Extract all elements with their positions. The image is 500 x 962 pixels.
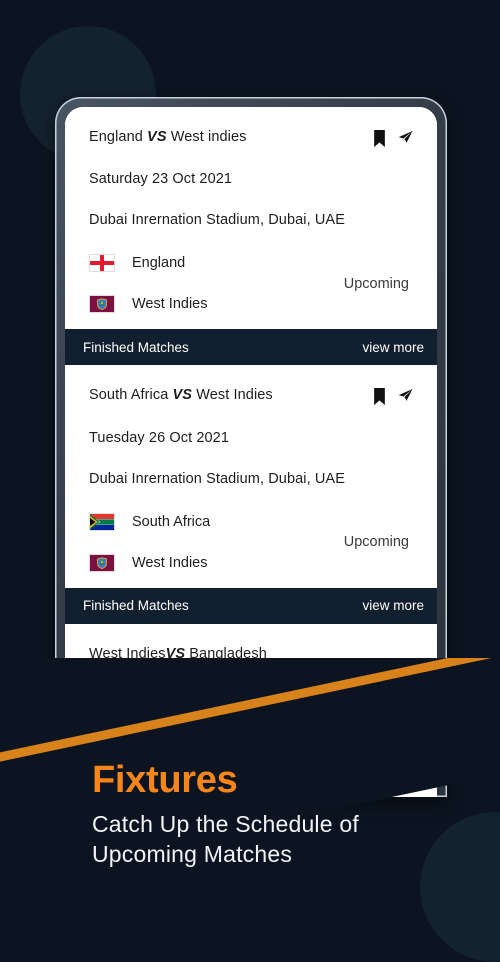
team-row: England xyxy=(89,254,208,273)
teams-list: England West Indies xyxy=(89,254,208,314)
match-header: England VS West indies xyxy=(89,129,413,148)
finished-matches-label: Finished Matches xyxy=(83,598,189,614)
send-icon[interactable] xyxy=(398,388,413,404)
match-title-team-a: West Indies xyxy=(89,645,166,662)
background-circle-bottom-right xyxy=(420,812,500,962)
match-header: South Africa VS West Indies xyxy=(89,387,413,406)
team-row: West Indies xyxy=(89,553,210,572)
south-africa-flag xyxy=(89,512,115,531)
match-status: Upcoming xyxy=(343,275,409,292)
match-title-vs: VS xyxy=(165,645,186,662)
match-title-team-b: West indies xyxy=(166,129,247,145)
phone-mockup: England VS West indies Saturday 23 Oct 2… xyxy=(55,97,447,797)
team-name: England xyxy=(132,255,186,272)
match-title-vs: VS xyxy=(172,387,193,404)
view-more-link[interactable]: view more xyxy=(362,340,424,355)
match-title-team-a: England xyxy=(89,129,148,145)
west-indies-flag xyxy=(89,295,115,314)
match-venue: Dubai Inrernation Stadium, Dubai, UAE xyxy=(89,470,345,487)
match-date: Tuesday 26 Oct 2021 xyxy=(89,429,230,446)
finished-matches-bar[interactable]: Finished Matches view more xyxy=(65,587,437,624)
match-title-vs: VS xyxy=(147,129,167,145)
promo-title: Fixtures xyxy=(92,758,238,801)
promo-subtitle-line-2: Upcoming Matches xyxy=(92,841,293,868)
team-row: West Indies xyxy=(89,295,208,314)
team-row: South Africa xyxy=(89,512,211,531)
view-more-link[interactable]: view more xyxy=(362,598,424,613)
match-title-team-b: Bangladesh xyxy=(185,645,267,662)
promo-subtitle-line-1: Catch Up the Schedule of xyxy=(92,810,359,837)
match-title: South Africa VS West Indies xyxy=(89,387,273,404)
match-actions xyxy=(372,129,413,148)
team-name: South Africa xyxy=(132,513,211,530)
teams-list: South Africa West Indies xyxy=(89,512,211,572)
match-card[interactable]: England VS West indies Saturday 23 Oct 2… xyxy=(65,107,437,330)
promo-text-block: Fixtures Catch Up the Schedule of Upcomi… xyxy=(92,761,359,870)
teams-block: England West Indies Upcoming xyxy=(89,254,413,314)
promo-subtitle: Catch Up the Schedule of Upcoming Matche… xyxy=(92,809,359,870)
bookmark-icon[interactable] xyxy=(372,130,387,148)
match-venue: Dubai Inrernation Stadium, Dubai, UAE xyxy=(89,212,345,229)
match-actions xyxy=(372,387,413,406)
match-card[interactable]: West IndiesVS Bangladesh xyxy=(65,623,437,664)
match-date: Saturday 23 Oct 2021 xyxy=(89,171,233,188)
bookmark-icon[interactable] xyxy=(372,388,387,406)
teams-block: South Africa West Indies Upcoming xyxy=(89,512,413,572)
send-icon[interactable] xyxy=(398,130,413,146)
phone-screen: England VS West indies Saturday 23 Oct 2… xyxy=(65,107,437,797)
match-header: West IndiesVS Bangladesh xyxy=(89,646,413,663)
finished-matches-bar[interactable]: Finished Matches view more xyxy=(65,329,437,366)
finished-matches-label: Finished Matches xyxy=(83,339,189,355)
match-card[interactable]: South Africa VS West Indies Tuesday 26 O… xyxy=(65,365,437,588)
england-flag xyxy=(89,254,115,273)
match-title-team-a: South Africa xyxy=(89,387,173,404)
west-indies-flag xyxy=(89,553,115,572)
match-title: West IndiesVS Bangladesh xyxy=(89,646,267,663)
match-status: Upcoming xyxy=(343,534,409,551)
match-title-team-b: West Indies xyxy=(192,387,273,404)
team-name: West Indies xyxy=(132,554,208,571)
team-name: West Indies xyxy=(132,296,208,313)
match-title: England VS West indies xyxy=(89,129,247,146)
